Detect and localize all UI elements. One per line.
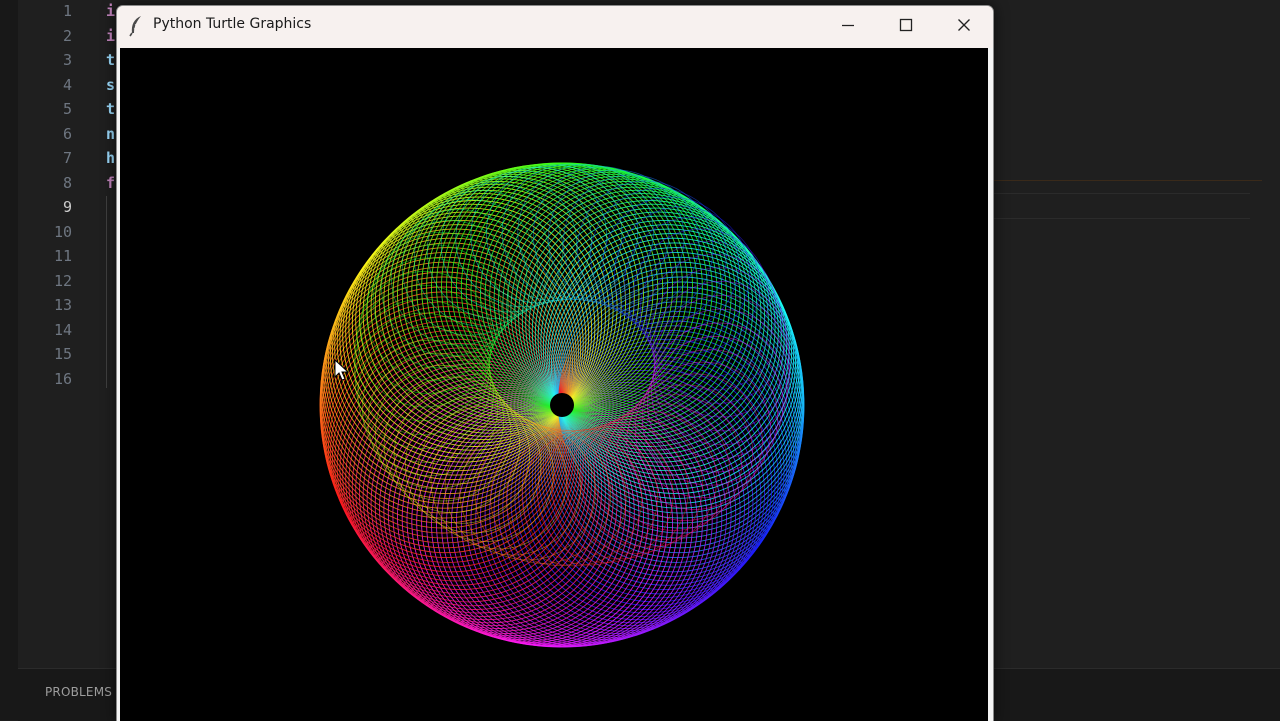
line-number: 5: [62, 100, 72, 118]
turtle-graphics-window[interactable]: Python Turtle Graphics: [116, 5, 994, 721]
current-line-highlight: [992, 193, 1250, 219]
line-number: 7: [62, 149, 72, 167]
line-number: 1: [62, 2, 72, 20]
line-number: 8: [62, 173, 72, 192]
mouse-pointer-icon: [334, 359, 350, 381]
tab-problems[interactable]: PROBLEMS: [45, 685, 112, 699]
maximize-icon: [899, 18, 913, 32]
line-number: 15: [53, 345, 72, 363]
center-hole: [550, 393, 574, 417]
maximize-button[interactable]: [877, 6, 935, 44]
line-number: 13: [53, 296, 72, 314]
feather-icon: [129, 16, 141, 37]
line-number: 14: [53, 320, 72, 339]
turtle-canvas[interactable]: [120, 48, 988, 721]
line-number: 16: [53, 369, 72, 388]
close-button[interactable]: [935, 6, 993, 44]
activity-bar: [0, 0, 18, 720]
line-number-gutter: 1 2 3 4 5 6 7 8 9 10 11 12 13 14 15 16: [18, 0, 78, 400]
editor-rule: [992, 180, 1262, 181]
line-number: 4: [62, 75, 72, 94]
close-icon: [958, 19, 970, 31]
line-number: 9: [62, 198, 72, 216]
line-number: 12: [53, 271, 72, 290]
spirograph-drawing: [319, 162, 805, 648]
line-number: 11: [53, 247, 72, 265]
line-number: 6: [62, 124, 72, 143]
minimize-button[interactable]: [819, 6, 877, 44]
window-title: Python Turtle Graphics: [153, 16, 312, 32]
window-titlebar[interactable]: Python Turtle Graphics: [117, 6, 993, 48]
indent-guide: [106, 196, 107, 388]
line-number: 10: [53, 222, 72, 241]
minimize-icon: [842, 24, 854, 27]
line-number: 3: [62, 51, 72, 69]
line-number: 2: [62, 26, 72, 45]
